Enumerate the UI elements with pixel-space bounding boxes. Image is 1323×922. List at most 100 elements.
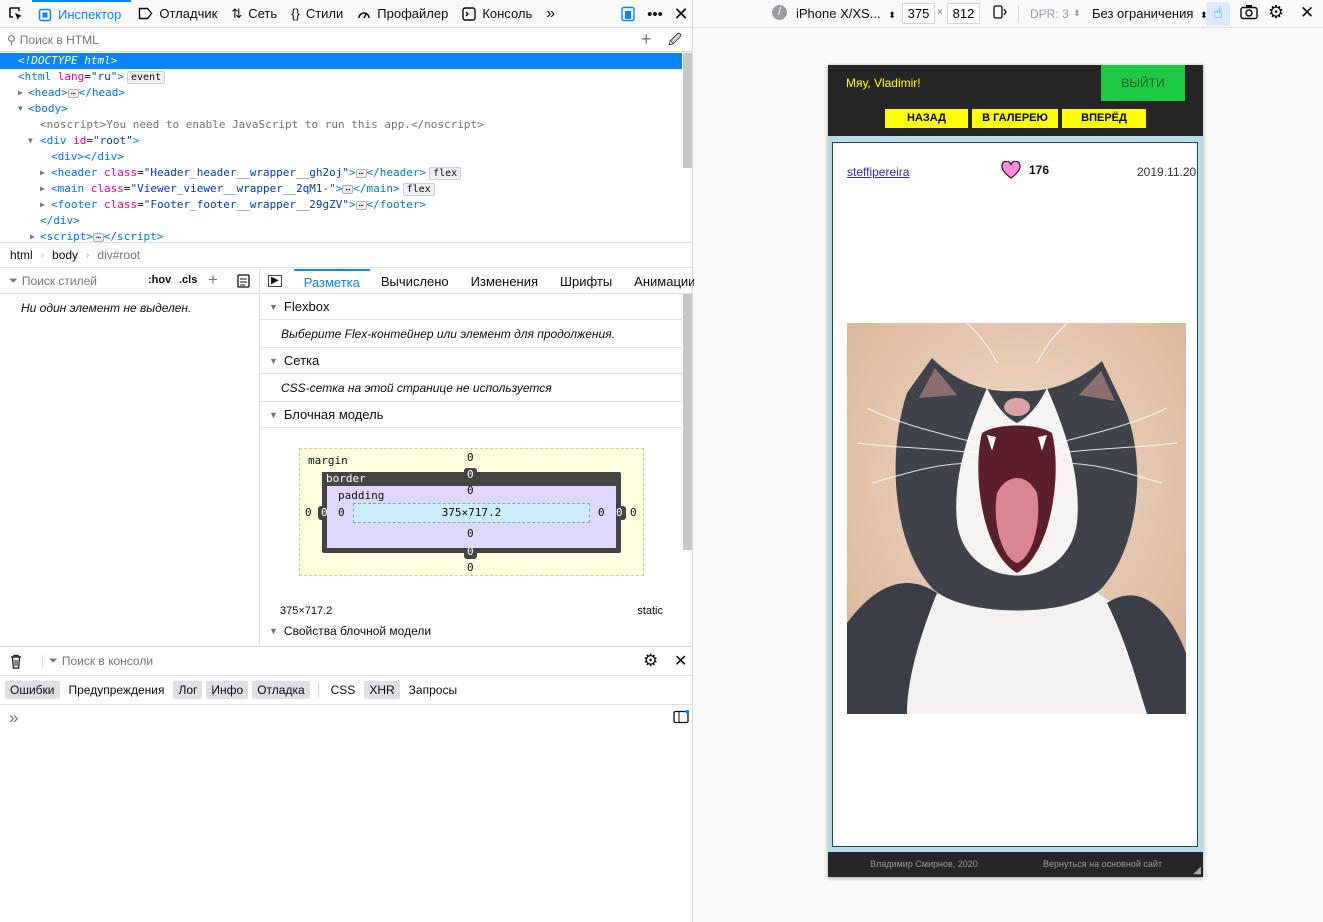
- flex-badge[interactable]: flex: [429, 167, 462, 180]
- breadcrumb-body[interactable]: body: [52, 248, 78, 262]
- script-node[interactable]: ▶ <script> ⋯ </script>: [0, 229, 682, 242]
- close-rdm-button[interactable]: ✕: [1300, 3, 1314, 23]
- filter-errors[interactable]: Ошибки: [5, 681, 60, 699]
- body-node[interactable]: ▼ <body>: [0, 101, 682, 117]
- console-settings-button[interactable]: ⚙: [643, 651, 658, 671]
- ellipsis-badge[interactable]: ⋯: [342, 184, 354, 194]
- close-split-console-button[interactable]: ✕: [674, 651, 687, 671]
- tab-console[interactable]: Консоль: [455, 0, 539, 28]
- expand-arrow-icon[interactable]: ▶: [30, 229, 35, 242]
- collapse-arrow-icon[interactable]: ▼: [28, 133, 33, 149]
- head-node[interactable]: ▶ <head> ⋯ </head>: [0, 85, 682, 101]
- margin-bottom-value[interactable]: 0: [467, 561, 474, 574]
- tab-computed[interactable]: Вычислено: [370, 274, 460, 289]
- ellipsis-badge[interactable]: ⋯: [67, 88, 79, 98]
- filter-debug[interactable]: Отладка: [252, 681, 310, 699]
- resize-handle-icon[interactable]: ◢: [1193, 865, 1201, 876]
- flexbox-header[interactable]: ▼ Flexbox: [261, 294, 682, 320]
- expand-arrow-icon[interactable]: ▶: [40, 165, 45, 181]
- padding-bottom-value[interactable]: 0: [467, 527, 474, 540]
- tab-profiler[interactable]: Профайлер: [350, 0, 455, 28]
- filter-warnings[interactable]: Предупреждения: [64, 681, 170, 699]
- grid-header[interactable]: ▼ Сетка: [261, 348, 682, 374]
- tab-fonts[interactable]: Шрифты: [549, 274, 623, 289]
- boxmodel-properties-header[interactable]: ▼ Свойства блочной модели: [261, 622, 682, 640]
- expand-arrow-icon[interactable]: ▶: [18, 85, 23, 101]
- boxmodel-header[interactable]: ▼ Блочная модель: [261, 402, 682, 428]
- filter-logs[interactable]: Лог: [173, 681, 203, 699]
- ellipsis-badge[interactable]: ⋯: [355, 200, 367, 210]
- element-picker-button[interactable]: [0, 0, 32, 28]
- add-rule-button[interactable]: +: [208, 270, 218, 290]
- logout-button[interactable]: ВЫЙТИ: [1101, 65, 1185, 101]
- border-top-value[interactable]: 0: [464, 468, 477, 482]
- padding-left-value[interactable]: 0: [338, 506, 345, 519]
- nav-back-button[interactable]: НАЗАД: [885, 109, 968, 128]
- tab-network[interactable]: ⇅ Сеть: [224, 0, 284, 28]
- ellipsis-badge[interactable]: ⋯: [92, 232, 104, 242]
- padding-top-value[interactable]: 0: [467, 484, 474, 497]
- markup-scrollbar[interactable]: [683, 53, 692, 168]
- margin-left-value[interactable]: 0: [305, 506, 312, 519]
- padding-right-value[interactable]: 0: [598, 506, 605, 519]
- footer-node[interactable]: ▶ <footer class="Footer_footer__wrapper_…: [0, 197, 682, 213]
- throttle-selector[interactable]: Без ограничения ⬍: [1092, 6, 1208, 21]
- nav-forward-button[interactable]: ВПЕРЁД: [1062, 109, 1146, 128]
- filter-requests[interactable]: Запросы: [404, 681, 462, 699]
- header-node[interactable]: ▶ <header class="Header_header__wrapper_…: [0, 165, 682, 181]
- viewport-width-input[interactable]: [902, 3, 935, 24]
- tab-changes[interactable]: Изменения: [460, 274, 549, 289]
- boxmodel-content[interactable]: 375×717.2: [353, 503, 590, 523]
- layout-scrollbar[interactable]: [683, 294, 692, 550]
- hov-toggle[interactable]: :hov: [148, 274, 171, 286]
- root-div-node[interactable]: ▼ <div id="root">: [0, 133, 682, 149]
- sidebar-toggle-icon[interactable]: ▶: [268, 275, 282, 287]
- margin-top-value[interactable]: 0: [467, 451, 474, 464]
- expand-arrow-icon[interactable]: ▶: [40, 197, 45, 213]
- cls-toggle[interactable]: .cls: [179, 274, 197, 286]
- filter-css[interactable]: CSS: [326, 681, 361, 699]
- touch-simulation-button[interactable]: ☝: [1206, 2, 1230, 26]
- console-input-row[interactable]: »: [0, 705, 692, 731]
- rdm-settings-button[interactable]: ⚙: [1268, 2, 1284, 23]
- expand-arrow-icon[interactable]: ▶: [40, 181, 45, 197]
- editor-mode-button[interactable]: [673, 709, 690, 727]
- margin-right-value[interactable]: 0: [630, 506, 637, 519]
- more-tools-button[interactable]: »: [539, 0, 562, 28]
- cat-photo[interactable]: [847, 323, 1186, 714]
- author-link[interactable]: steffipereira: [847, 165, 909, 179]
- tab-inspector[interactable]: Инспектор: [32, 0, 132, 28]
- heart-icon[interactable]: [1001, 160, 1021, 182]
- empty-div-node[interactable]: <div></div>: [0, 149, 682, 165]
- screenshot-button[interactable]: [1240, 4, 1258, 23]
- collapse-arrow-icon[interactable]: ▼: [18, 101, 23, 117]
- doctype-node[interactable]: <!DOCTYPE html>: [0, 53, 682, 69]
- nav-gallery-button[interactable]: В ГАЛЕРЕЮ: [972, 109, 1058, 128]
- tab-layout[interactable]: Разметка: [293, 268, 370, 294]
- tab-debugger[interactable]: Отладчик: [131, 0, 224, 28]
- responsive-design-button[interactable]: [616, 0, 640, 28]
- add-node-button[interactable]: +: [641, 29, 652, 50]
- html-search-input[interactable]: [19, 32, 580, 47]
- eyedropper-button[interactable]: 🖉: [668, 31, 682, 53]
- console-filter-input[interactable]: [61, 654, 622, 668]
- close-devtools-button[interactable]: ✕: [669, 0, 693, 28]
- ellipsis-badge[interactable]: ⋯: [355, 168, 367, 178]
- print-preview-icon[interactable]: [237, 274, 250, 288]
- tab-style-editor[interactable]: {} Стили: [284, 0, 350, 28]
- event-badge[interactable]: event: [127, 71, 166, 84]
- viewport-height-input[interactable]: [947, 3, 980, 24]
- filter-info[interactable]: Инфо: [206, 681, 249, 699]
- options-menu-button[interactable]: •••: [643, 0, 667, 28]
- breadcrumb-div-root[interactable]: div#root: [97, 248, 140, 262]
- noscript-node[interactable]: <noscript>You need to enable JavaScript …: [0, 117, 682, 133]
- trash-icon[interactable]: [10, 654, 22, 669]
- breadcrumb-html[interactable]: html: [10, 248, 33, 262]
- device-selector[interactable]: iPhone X/XS... ⬍: [796, 6, 896, 21]
- filter-xhr[interactable]: XHR: [364, 681, 400, 699]
- rotate-viewport-button[interactable]: [992, 4, 1008, 23]
- html-node[interactable]: <html lang="ru"> event: [0, 69, 682, 85]
- styles-filter-input[interactable]: [21, 274, 137, 288]
- flex-badge[interactable]: flex: [402, 183, 435, 196]
- footer-home-link[interactable]: Вернуться на основной сайт: [1043, 859, 1162, 869]
